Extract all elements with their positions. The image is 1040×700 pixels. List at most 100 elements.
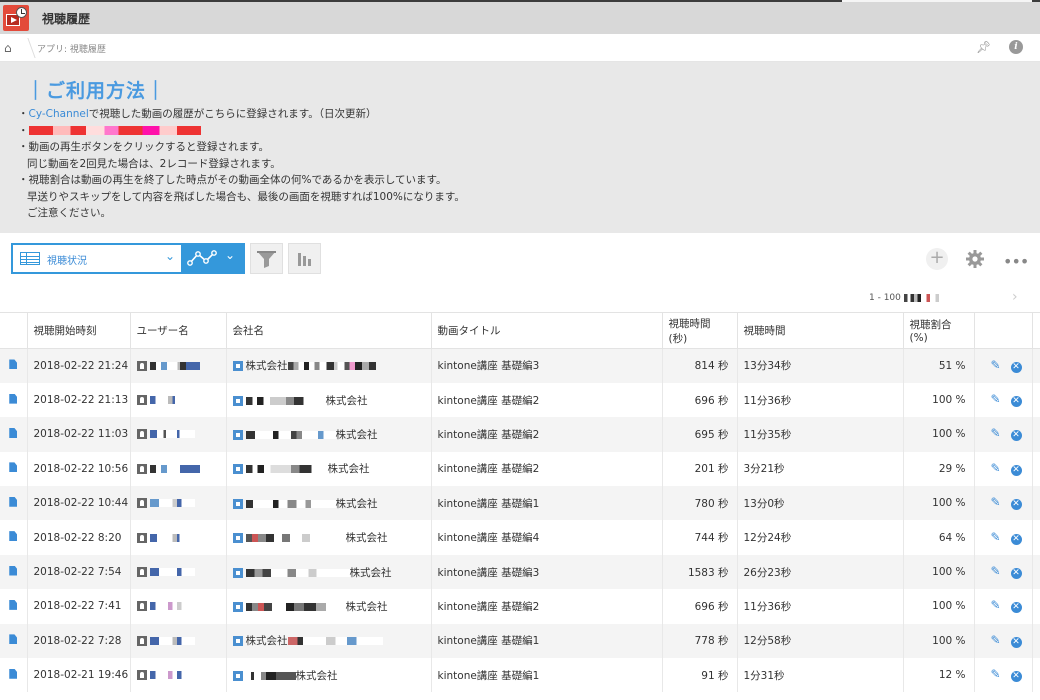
breadcrumb-separator (18, 38, 36, 58)
header-ratio[interactable]: 視聴割合(%) (903, 312, 975, 349)
edit-icon[interactable]: ✎ (991, 599, 1003, 611)
chart-button[interactable] (288, 243, 321, 274)
edit-icon[interactable]: ✎ (991, 634, 1003, 646)
cell-ratio: 51 % (903, 348, 975, 383)
edit-icon[interactable]: ✎ (991, 462, 1003, 474)
redacted-text (28, 126, 201, 135)
document-icon[interactable] (9, 565, 18, 576)
app-header: 視聴履歴 (0, 0, 1040, 34)
header-spacer (1032, 312, 1040, 349)
delete-icon[interactable]: ✕ (1010, 361, 1022, 373)
delete-icon[interactable]: ✕ (1010, 568, 1022, 580)
redacted-text (149, 671, 195, 680)
pin-icon[interactable]: 📌︎ (976, 40, 991, 54)
record-detail-cell[interactable] (0, 589, 28, 624)
redacted-text (903, 293, 949, 302)
edit-icon[interactable]: ✎ (991, 531, 1003, 543)
document-icon[interactable] (9, 668, 18, 679)
cell-seconds: 695 秒 (662, 417, 738, 452)
document-icon[interactable] (9, 393, 18, 404)
app-title: 視聴履歴 (42, 12, 91, 26)
document-icon[interactable] (9, 599, 18, 610)
header-user-name[interactable]: ユーザー名 (130, 312, 227, 349)
cell-duration: 11分35秒 (737, 417, 904, 452)
usage-panel: ｜ご利用方法｜ ・Cy-Channelで視聴した動画の履歴がこちらに登録されます… (0, 62, 1040, 233)
redacted-text (245, 534, 346, 543)
record-detail-cell[interactable] (0, 382, 28, 418)
table-row[interactable]: 2018-02-22 11:03 株式会社 kintone講座 基礎編2 695 秒1… (0, 417, 1040, 452)
edit-icon[interactable]: ✎ (991, 427, 1003, 439)
record-detail-cell[interactable] (0, 348, 28, 383)
header-duration[interactable]: 視聴時間 (737, 312, 904, 349)
delete-icon[interactable]: ✕ (1010, 396, 1022, 408)
record-detail-cell[interactable] (0, 486, 28, 521)
document-icon[interactable] (9, 427, 18, 438)
user-icon (136, 567, 147, 578)
table-row[interactable]: 2018-02-22 8:20 株式会社 kintone講座 基礎編4 744 秒 12… (0, 520, 1040, 555)
document-icon[interactable] (9, 359, 18, 370)
cell-start-time: 2018-02-22 7:28 (27, 623, 131, 659)
document-icon[interactable] (9, 531, 18, 542)
next-page-button[interactable]: › (1012, 289, 1018, 305)
graph-icon (187, 250, 217, 266)
table-row[interactable]: 2018-02-22 10:44 株式会社 kintone講座 基礎編1 780 秒1… (0, 486, 1040, 521)
delete-icon[interactable]: ✕ (1010, 430, 1022, 442)
delete-icon[interactable]: ✕ (1010, 464, 1022, 476)
table-row[interactable]: 2018-02-22 7:41 株式会社 kintone講座 基礎編2 696 秒 11… (0, 589, 1040, 624)
redacted-text (245, 671, 296, 680)
delete-icon[interactable]: ✕ (1010, 602, 1022, 614)
more-options-button[interactable]: ••• (1003, 252, 1029, 271)
delete-icon[interactable]: ✕ (1010, 636, 1022, 648)
table-row[interactable]: 2018-02-22 21:24 株式会社 kintone講座 基礎編3 814 秒1… (0, 348, 1040, 383)
record-detail-cell[interactable] (0, 417, 28, 452)
view-select[interactable]: 視聴状況 ⌄ (11, 243, 183, 274)
cell-start-time: 2018-02-22 10:56 (27, 451, 131, 487)
record-detail-cell[interactable] (0, 623, 28, 659)
header-company[interactable]: 会社名 (226, 312, 432, 349)
table-row[interactable]: 2018-02-22 7:28 株式会社 kintone講座 基礎編1 778 秒 12… (0, 623, 1040, 659)
header-seconds[interactable]: 視聴時間(秒) (662, 312, 738, 349)
cell-user-name (130, 382, 227, 418)
delete-icon[interactable]: ✕ (1010, 499, 1022, 511)
document-icon[interactable] (9, 496, 18, 507)
cell-spacer (1032, 554, 1040, 590)
settings-button[interactable] (964, 248, 986, 270)
cell-video-title: kintone講座 基礎編3 (431, 554, 663, 590)
delete-icon[interactable]: ✕ (1010, 671, 1022, 683)
breadcrumb-app[interactable]: アプリ: 視聴履歴 (37, 42, 106, 55)
add-record-button[interactable]: + (926, 248, 948, 270)
record-detail-cell[interactable] (0, 554, 28, 590)
header-start-time[interactable]: 視聴開始時刻 (27, 312, 131, 349)
edit-icon[interactable]: ✎ (991, 565, 1003, 577)
redacted-text (149, 499, 195, 508)
redacted-text (287, 637, 383, 646)
document-icon[interactable] (9, 462, 18, 473)
redacted-text (245, 430, 336, 439)
table-row[interactable]: 2018-02-22 7:54 株式会社 kintone講座 基礎編3 1583 秒2… (0, 554, 1040, 590)
usage-line-6: 早送りやスキップをして内容を飛ばした場合も、最後の画面を視聴すれば100%になり… (27, 190, 465, 203)
usage-line-3: ・動画の再生ボタンをクリックすると登録されます。 (18, 141, 269, 153)
header-video-title[interactable]: 動画タイトル (431, 312, 663, 349)
edit-icon[interactable]: ✎ (991, 668, 1003, 680)
table-row[interactable]: 2018-02-22 21:13 株式会社 kintone講座 基礎編2 696 秒1… (0, 382, 1040, 418)
filter-button[interactable] (250, 243, 283, 274)
delete-icon[interactable]: ✕ (1010, 533, 1022, 545)
edit-icon[interactable]: ✎ (991, 359, 1003, 371)
edit-icon[interactable]: ✎ (991, 393, 1003, 405)
table-row[interactable]: 2018-02-21 19:46 株式会社 kintone講座 基礎編1 91 秒 1分… (0, 658, 1040, 693)
table-row[interactable]: 2018-02-22 10:56 株式会社 kintone講座 基礎編2 201 秒3… (0, 451, 1040, 487)
record-detail-cell[interactable] (0, 451, 28, 487)
cell-actions: ✎ ✕ (974, 623, 1033, 659)
edit-icon[interactable]: ✎ (991, 496, 1003, 508)
document-icon[interactable] (9, 634, 18, 645)
cell-seconds: 696 秒 (662, 589, 738, 624)
cell-actions: ✎ ✕ (974, 382, 1033, 418)
home-icon[interactable]: ⌂ (4, 42, 18, 54)
cell-spacer (1032, 382, 1040, 418)
info-icon[interactable]: i (1009, 40, 1023, 54)
cy-channel-link[interactable]: Cy-Channel (29, 108, 89, 120)
cell-start-time: 2018-02-22 21:13 (27, 382, 131, 418)
graph-button[interactable]: ⌄ (183, 243, 245, 274)
record-detail-cell[interactable] (0, 658, 28, 693)
record-detail-cell[interactable] (0, 520, 28, 555)
